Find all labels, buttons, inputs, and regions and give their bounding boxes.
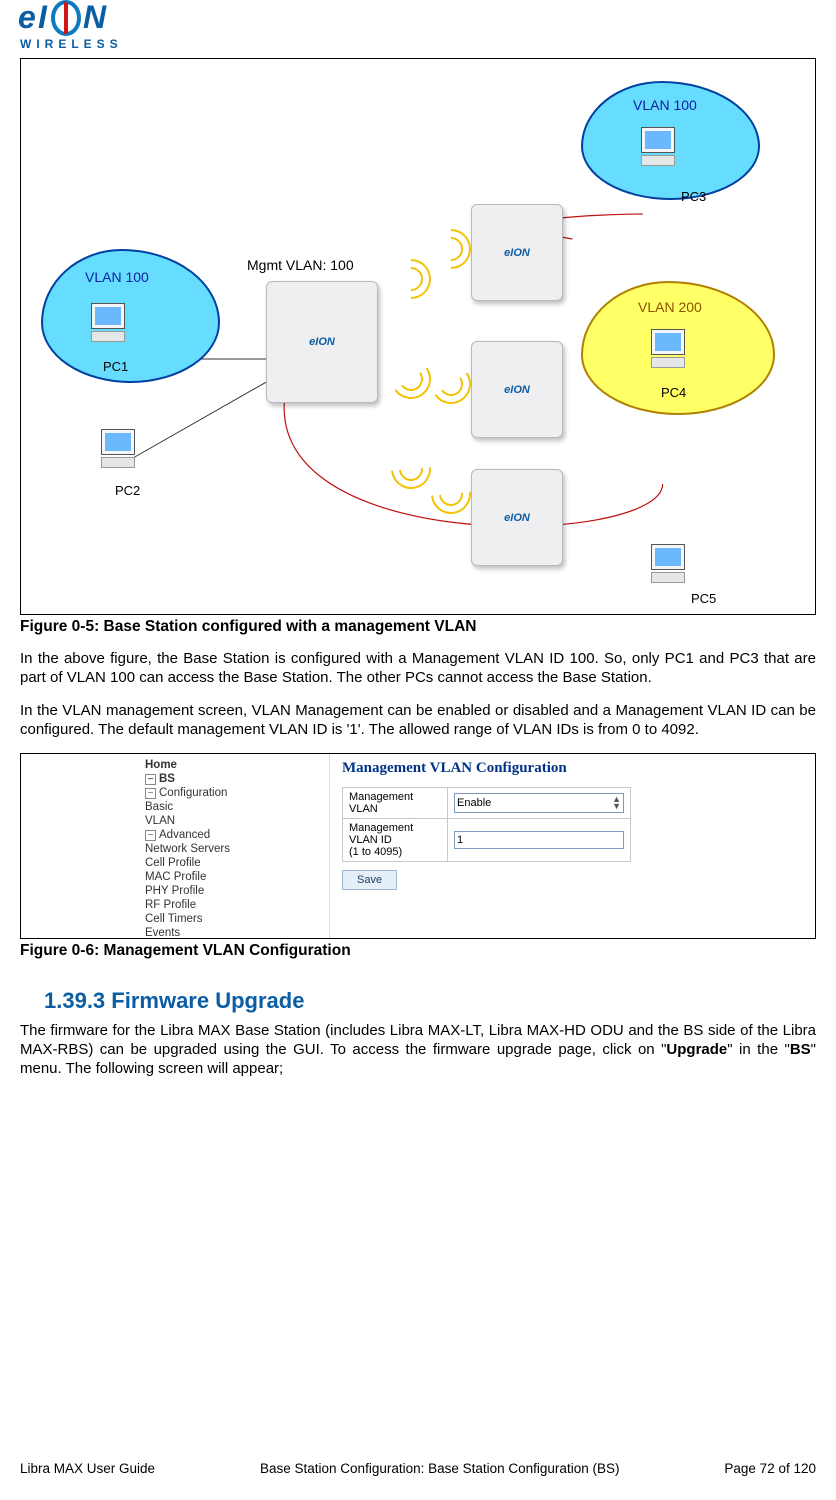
svg-text:N: N bbox=[83, 0, 107, 35]
gui-sidebar: Home −BS −Configuration Basic VLAN −Adva… bbox=[139, 754, 330, 938]
pc2-icon bbox=[101, 429, 147, 475]
section-heading: 1.39.3 Firmware Upgrade bbox=[44, 987, 816, 1015]
sidebar-item-basic[interactable]: Basic bbox=[145, 800, 323, 814]
figure-2-caption: Figure 0-6: Management VLAN Configuratio… bbox=[20, 941, 816, 960]
sidebar-item-cell-timers[interactable]: Cell Timers bbox=[145, 912, 323, 926]
wifi-icon bbox=[388, 356, 434, 402]
paragraph-2: In the VLAN management screen, VLAN Mana… bbox=[20, 702, 816, 740]
ss-device-3-icon: eION bbox=[471, 469, 563, 566]
footer-center: Base Station Configuration: Base Station… bbox=[260, 1461, 619, 1478]
ss-device-2-icon: eION bbox=[471, 341, 563, 438]
paragraph-1: In the above figure, the Base Station is… bbox=[20, 650, 816, 688]
sidebar-item-mac-profile[interactable]: MAC Profile bbox=[145, 870, 323, 884]
page-footer: Libra MAX User Guide Base Station Config… bbox=[20, 1461, 816, 1478]
sidebar-item-cell-profile[interactable]: Cell Profile bbox=[145, 856, 323, 870]
sidebar-item-vlan[interactable]: VLAN bbox=[145, 814, 323, 828]
section-body: The firmware for the Libra MAX Base Stat… bbox=[20, 1022, 816, 1078]
wifi-icon bbox=[428, 361, 474, 407]
footer-right: Page 72 of 120 bbox=[724, 1461, 816, 1478]
sidebar-item-home[interactable]: Home bbox=[145, 758, 323, 772]
sidebar-item-phy-profile[interactable]: PHY Profile bbox=[145, 884, 323, 898]
figure-1: VLAN 100 VLAN 100 VLAN 200 PC3 PC1 PC2 P… bbox=[20, 58, 816, 615]
panel-title: Management VLAN Configuration bbox=[342, 760, 803, 777]
mgmt-vlan-label: Mgmt VLAN: 100 bbox=[247, 257, 354, 273]
svg-text:e: e bbox=[18, 0, 36, 35]
tree-collapse-icon[interactable]: − bbox=[145, 774, 156, 785]
mgmt-vlan-id-input[interactable] bbox=[454, 831, 624, 849]
tree-collapse-icon[interactable]: − bbox=[145, 788, 156, 799]
sidebar-item-advanced[interactable]: −Advanced bbox=[145, 828, 323, 842]
brand-logo: e I N WIRELESS bbox=[18, 0, 816, 52]
save-button[interactable]: Save bbox=[342, 870, 397, 890]
sidebar-item-rf-profile[interactable]: RF Profile bbox=[145, 898, 323, 912]
ss-device-1-icon: eION bbox=[471, 204, 563, 301]
mgmt-vlan-id-label-cell: Management VLAN ID (1 to 4095) bbox=[343, 819, 448, 862]
figure-1-caption: Figure 0-5: Base Station configured with… bbox=[20, 617, 816, 636]
pc4-icon bbox=[651, 329, 697, 375]
cloud-label-vlan100-b: VLAN 100 bbox=[85, 269, 149, 285]
svg-text:WIRELESS: WIRELESS bbox=[20, 37, 123, 51]
pc1-icon bbox=[91, 303, 137, 349]
pc3-icon bbox=[641, 127, 687, 173]
svg-text:I: I bbox=[38, 0, 48, 35]
sidebar-item-network-servers[interactable]: Network Servers bbox=[145, 842, 323, 856]
base-station-icon: eION bbox=[266, 281, 378, 403]
mgmt-vlan-label-cell: Management VLAN bbox=[343, 788, 448, 819]
sidebar-item-configuration[interactable]: −Configuration bbox=[145, 786, 323, 800]
sidebar-item-events[interactable]: Events bbox=[145, 926, 323, 939]
pc5-label: PC5 bbox=[691, 591, 716, 606]
mgmt-vlan-select[interactable]: Enable ▲▼ bbox=[454, 793, 624, 813]
select-arrows-icon: ▲▼ bbox=[612, 796, 621, 810]
sidebar-item-bs[interactable]: −BS bbox=[145, 772, 323, 786]
pc4-label: PC4 bbox=[661, 385, 686, 400]
pc5-icon bbox=[651, 544, 697, 590]
cloud-label-vlan200: VLAN 200 bbox=[638, 299, 702, 315]
cloud-label-vlan100-a: VLAN 100 bbox=[633, 97, 697, 113]
tree-collapse-icon[interactable]: − bbox=[145, 830, 156, 841]
pc1-label: PC1 bbox=[103, 359, 128, 374]
figure-2: Home −BS −Configuration Basic VLAN −Adva… bbox=[20, 753, 816, 939]
pc2-label: PC2 bbox=[115, 483, 140, 498]
footer-left: Libra MAX User Guide bbox=[20, 1461, 155, 1478]
pc3-label: PC3 bbox=[681, 189, 706, 204]
